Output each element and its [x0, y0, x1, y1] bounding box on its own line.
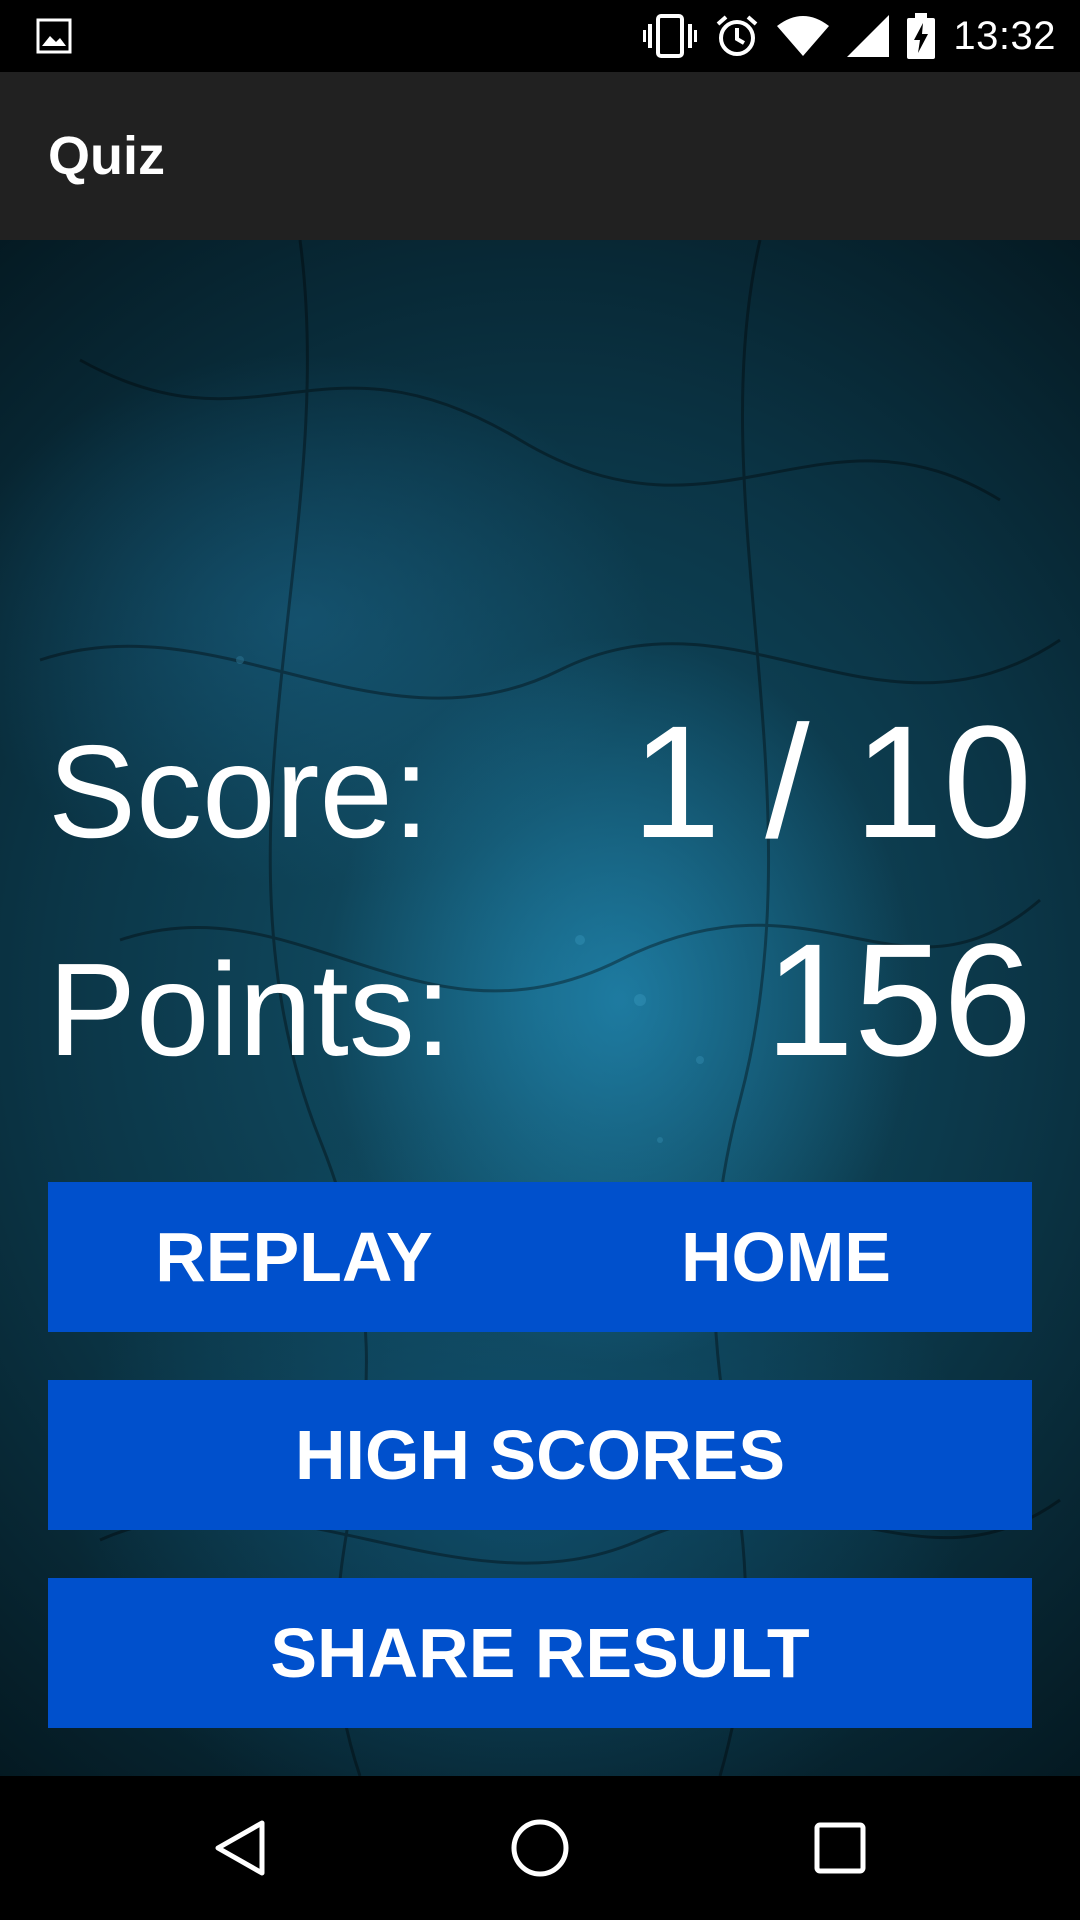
gallery-icon	[36, 18, 72, 54]
high-scores-button-row: HIGH SCORES	[48, 1380, 1032, 1530]
app-bar: Quiz	[0, 72, 1080, 240]
alarm-icon	[715, 14, 759, 58]
home-circle-icon[interactable]	[460, 1776, 620, 1920]
points-label: Points:	[48, 936, 452, 1083]
cell-signal-icon	[847, 15, 890, 57]
points-row: Points: 156	[48, 920, 1032, 1080]
navigation-bar	[0, 1776, 1080, 1920]
replay-home-button-row: REPLAY HOME	[48, 1182, 1032, 1332]
share-result-button[interactable]: SHARE RESULT	[48, 1578, 1032, 1728]
score-value: 1 / 10	[631, 692, 1032, 871]
wifi-icon	[777, 16, 830, 56]
recents-icon[interactable]	[760, 1776, 920, 1920]
results-screen: Score: 1 / 10 Points: 156 REPLAY HOME HI…	[0, 240, 1080, 1776]
score-row: Score: 1 / 10	[48, 702, 1032, 862]
points-value: 156	[765, 910, 1032, 1089]
status-time: 13:32	[953, 13, 1056, 58]
home-button[interactable]: HOME	[540, 1182, 1032, 1332]
share-result-button-row: SHARE RESULT	[48, 1578, 1032, 1728]
battery-charging-icon	[907, 13, 936, 59]
status-bar: 13:32	[0, 0, 1080, 72]
replay-button[interactable]: REPLAY	[48, 1182, 540, 1332]
high-scores-button[interactable]: HIGH SCORES	[48, 1380, 1032, 1530]
back-icon[interactable]	[160, 1776, 320, 1920]
app-title: Quiz	[48, 126, 165, 186]
score-label: Score:	[48, 718, 430, 865]
vibrate-icon	[643, 14, 698, 58]
